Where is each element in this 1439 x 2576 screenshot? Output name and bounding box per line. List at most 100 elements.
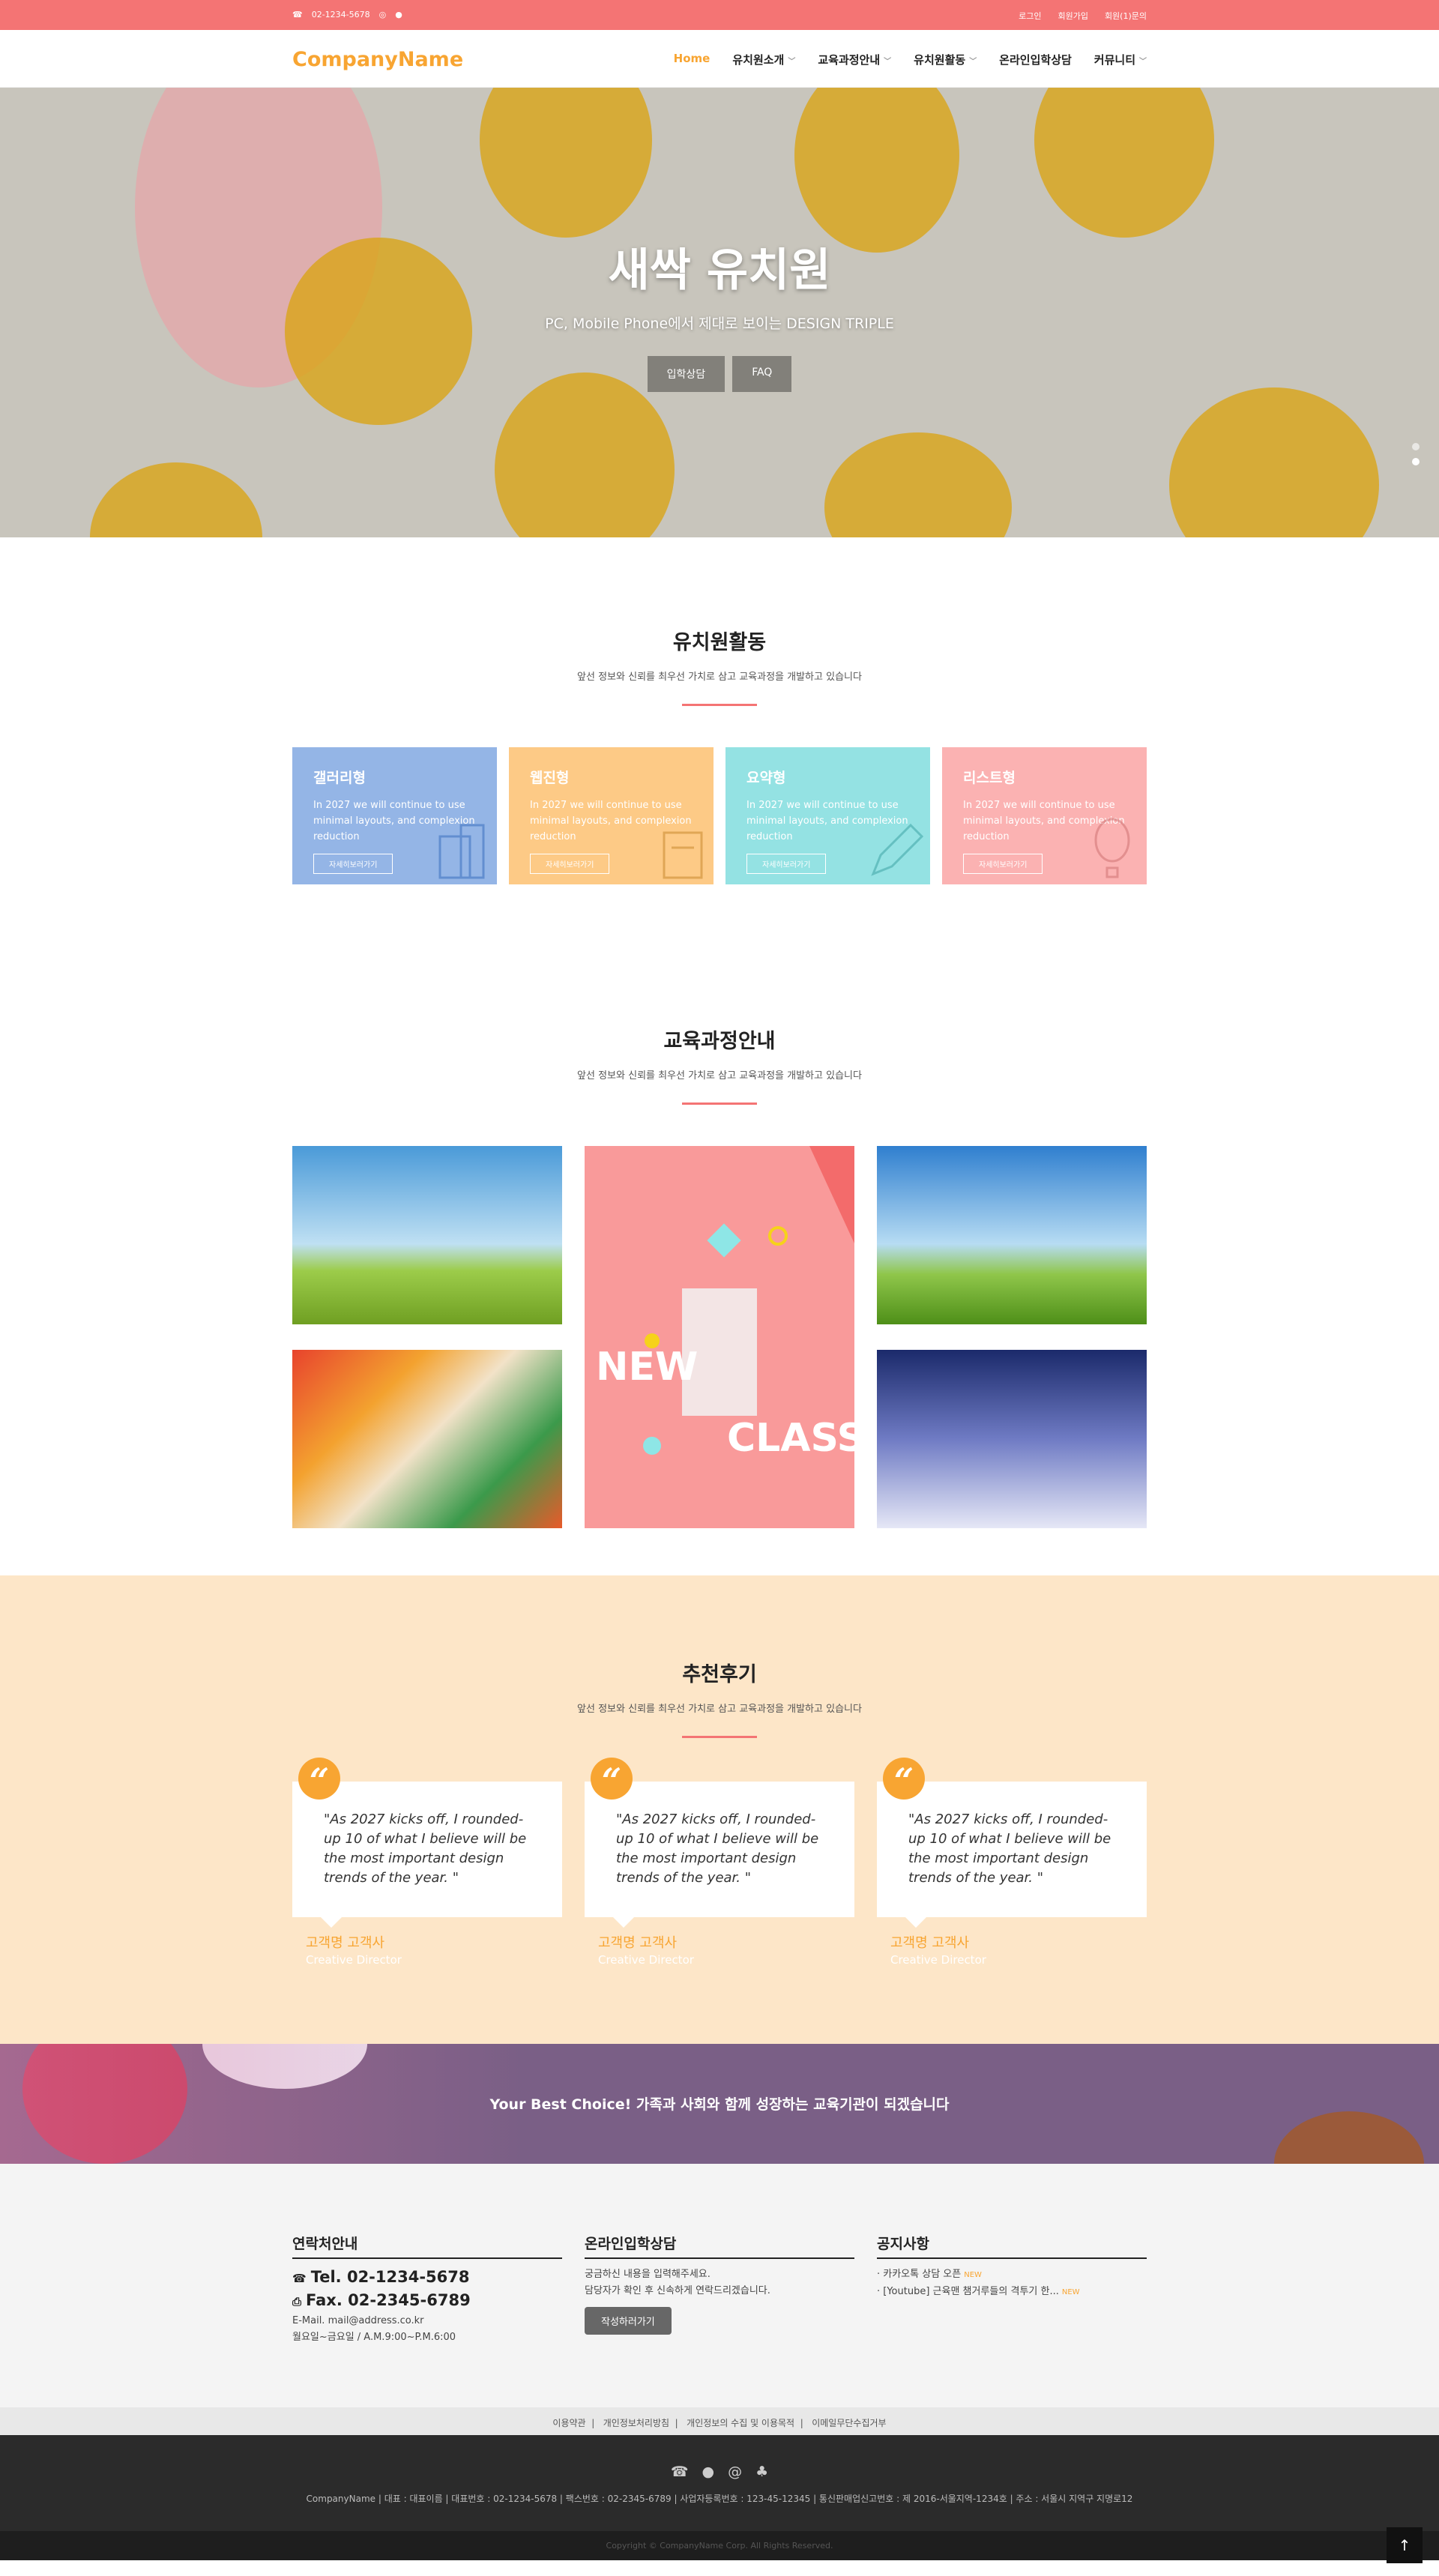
card-more-button[interactable]: 자세히보러가기 (313, 854, 393, 874)
divider (682, 1103, 757, 1105)
card-title: 리스트형 (963, 770, 1016, 786)
review-role: Creative Director (890, 1953, 986, 1967)
review-role: Creative Director (598, 1953, 694, 1967)
pencil-icon (871, 823, 924, 876)
building-icon (438, 824, 485, 879)
top-bar: ☎ 02-1234-5678 ◎ ● 로그인 회원가입 회원(1)문의 (0, 0, 1439, 30)
login-link[interactable]: 로그인 (1019, 10, 1041, 22)
review-card: “ "As 2027 kicks off, I rounded-up 10 of … (877, 1758, 1147, 1967)
instagram-icon[interactable]: ◎ (379, 10, 387, 19)
divider (682, 1736, 757, 1738)
activity-card-webzine[interactable]: 웹진형 In 2027 we will continue to use mini… (509, 747, 714, 884)
gallery-image-books[interactable] (292, 1350, 562, 1528)
chat-icon[interactable]: ● (702, 2464, 715, 2480)
at-icon[interactable]: @ (728, 2464, 742, 2480)
phone-icon: ☎ (292, 2272, 307, 2285)
review-quote: "As 2027 kicks off, I rounded-up 10 of w… (324, 1812, 527, 1886)
hero-faq-button[interactable]: FAQ (732, 356, 792, 392)
contact-hours: 월요일~금요일 / A.M.9:00~P.M.6:00 (292, 2332, 456, 2343)
quote-icon: “ (298, 1758, 340, 1801)
nav-about[interactable]: 유치원소개 (732, 52, 795, 67)
nav-community[interactable]: 커뮤니티 (1094, 52, 1147, 67)
notice-item[interactable]: · 카카오톡 상담 오픈 NEW (877, 2266, 1147, 2284)
email-refusal-link[interactable]: 이메일무단수집거부 (812, 2418, 886, 2428)
inquiry-link[interactable]: 회원(1)문의 (1105, 10, 1147, 22)
phone-icon[interactable]: ☎ (671, 2464, 689, 2480)
activity-card-summary[interactable]: 요약형 In 2027 we will continue to use mini… (725, 747, 930, 884)
hero-subtitle: PC, Mobile Phone에서 제대로 보이는 DESIGN TRIPLE (545, 316, 894, 332)
activities-section: 유치원활동 앞선 정보와 신뢰를 최우선 가치로 삼고 교육과정을 개발하고 있… (0, 537, 1439, 987)
gallery-feature-new-class[interactable]: NEW CLASS (585, 1146, 854, 1528)
reviews-desc: 앞선 정보와 신뢰를 최우선 가치로 삼고 교육과정을 개발하고 있습니다 (577, 1704, 862, 1715)
gallery-image-pinwheels[interactable] (877, 1146, 1147, 1324)
gallery-image-moon[interactable] (877, 1350, 1147, 1528)
hero-slider: 새싹 유치원 PC, Mobile Phone에서 제대로 보이는 DESIGN… (0, 88, 1439, 537)
consult-line1: 궁금하신 내용을 입력해주세요. (585, 2269, 711, 2280)
activity-card-list[interactable]: 리스트형 In 2027 we will continue to use min… (942, 747, 1147, 884)
signup-link[interactable]: 회원가입 (1058, 10, 1087, 22)
card-title: 요약형 (746, 770, 786, 786)
arrow-up-icon[interactable]: ↑ (1387, 2527, 1423, 2563)
card-title: 웹진형 (530, 770, 570, 786)
review-name: 고객명 고객사 (306, 1935, 385, 1951)
copyright: Copyright © CompanyName Corp. All Rights… (0, 2531, 1439, 2560)
chat-icon[interactable]: ● (395, 10, 402, 19)
reviews-title: 추천후기 (682, 1663, 757, 1686)
card-more-button[interactable]: 자세히보러가기 (746, 854, 827, 874)
topbar-phone: 02-1234-5678 (311, 10, 370, 19)
nav-activities[interactable]: 유치원활동 (914, 52, 977, 67)
curriculum-section: 교육과정안내 앞선 정보와 신뢰를 최우선 가치로 삼고 교육과정을 개발하고 … (0, 987, 1439, 1575)
review-quote: "As 2027 kicks off, I rounded-up 10 of w… (616, 1812, 819, 1886)
quote-icon: “ (591, 1758, 633, 1801)
consult-column: 온라인입학상담 궁금하신 내용을 입력해주세요. 담당자가 확인 후 신속하게 … (585, 2233, 854, 2346)
footer-links: 이용약관 | 개인정보처리방침 | 개인정보의 수집 및 이용목적 | 이메일무… (0, 2407, 1439, 2435)
confetti-decoration (643, 1146, 854, 1455)
footer-address: CompanyName | 대표 : 대표이름 | 대표번호 : 02-1234… (306, 2494, 1133, 2504)
contact-title: 연락처안내 (292, 2233, 562, 2259)
slider-dots (1412, 443, 1420, 465)
hero-consult-button[interactable]: 입학상담 (647, 356, 725, 392)
contact-tel: Tel. 02-1234-5678 (310, 2268, 470, 2286)
class-label: CLASS (727, 1416, 854, 1461)
consult-line2: 담당자가 확인 후 신속하게 연락드리겠습니다. (585, 2285, 770, 2296)
gallery-image-field[interactable] (292, 1146, 562, 1324)
reviews-section: 추천후기 앞선 정보와 신뢰를 최우선 가치로 삼고 교육과정을 개발하고 있습… (0, 1575, 1439, 2044)
activity-card-gallery[interactable]: 갤러리형 In 2027 we will continue to use min… (292, 747, 497, 884)
terms-link[interactable]: 이용약관 (552, 2418, 585, 2428)
fax-icon: ⎙ (292, 2295, 302, 2308)
review-quote: "As 2027 kicks off, I rounded-up 10 of w… (908, 1812, 1111, 1886)
consult-title: 온라인입학상담 (585, 2233, 854, 2259)
quote-icon: “ (883, 1758, 925, 1801)
document-icon (663, 831, 703, 879)
site-footer: ☎ ● @ ♣ CompanyName | 대표 : 대표이름 | 대표번호 :… (0, 2435, 1439, 2531)
hero-title: 새싹 유치원 (608, 244, 831, 297)
privacy-purpose-link[interactable]: 개인정보의 수집 및 이용목적 (687, 2418, 794, 2428)
review-card: “ "As 2027 kicks off, I rounded-up 10 of … (292, 1758, 562, 1967)
info-section: 연락처안내 ☎ Tel. 02-1234-5678 ⎙ Fax. 02-2345-6… (0, 2164, 1439, 2407)
notice-title: 공지사항 (877, 2233, 1147, 2259)
privacy-link[interactable]: 개인정보처리방침 (603, 2418, 669, 2428)
activities-desc: 앞선 정보와 신뢰를 최우선 가치로 삼고 교육과정을 개발하고 있습니다 (577, 672, 862, 683)
logo[interactable]: CompanyName (292, 48, 463, 71)
consult-write-button[interactable]: 작성하러가기 (585, 2307, 672, 2335)
nav-curriculum[interactable]: 교육과정안내 (818, 52, 891, 67)
card-more-button[interactable]: 자세히보러가기 (530, 854, 610, 874)
site-header: CompanyName Home 유치원소개 교육과정안내 유치원활동 온라인입… (0, 30, 1439, 88)
notice-item[interactable]: · [Youtube] 근육맨 챔거루들의 격투기 한... NEW (877, 2284, 1147, 2301)
contact-fax: Fax. 02-2345-6789 (306, 2291, 471, 2309)
slider-dot-2[interactable] (1412, 458, 1420, 465)
activities-title: 유치원활동 (672, 631, 767, 654)
review-card: “ "As 2027 kicks off, I rounded-up 10 of … (585, 1758, 854, 1967)
balloon-icon (1094, 818, 1130, 878)
slider-dot-1[interactable] (1412, 443, 1420, 450)
divider (682, 704, 757, 706)
nav-home[interactable]: Home (674, 52, 711, 67)
curriculum-title: 교육과정안내 (663, 1030, 776, 1053)
card-more-button[interactable]: 자세히보러가기 (963, 854, 1043, 874)
review-name: 고객명 고객사 (598, 1935, 678, 1951)
review-name: 고객명 고객사 (890, 1935, 970, 1951)
main-nav: Home 유치원소개 교육과정안내 유치원활동 온라인입학상담 커뮤니티 (674, 52, 1147, 67)
kakao-icon[interactable]: ♣ (755, 2464, 768, 2480)
notice-column: 공지사항 · 카카오톡 상담 오픈 NEW · [Youtube] 근육맨 챔거루… (877, 2233, 1147, 2346)
nav-consult[interactable]: 온라인입학상담 (999, 52, 1072, 67)
